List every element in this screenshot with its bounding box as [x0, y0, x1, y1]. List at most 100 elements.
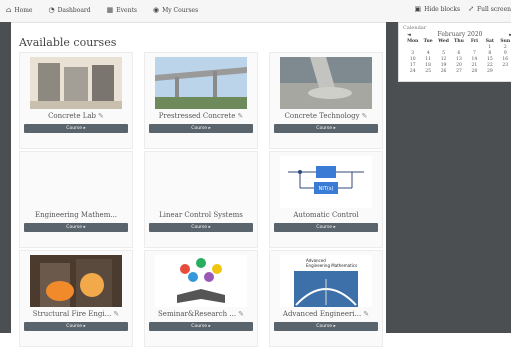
course-button[interactable]: Course ▸	[274, 223, 378, 232]
calendar-weekday: Sat	[485, 39, 494, 44]
nav-events-label: Events	[116, 6, 137, 14]
calendar-day[interactable]: 27	[451, 69, 466, 74]
calendar-day	[467, 45, 482, 50]
course-card-linear-control-systems[interactable]: Linear Control Systems Course ▸	[144, 151, 258, 248]
course-card-engineering-mathematics[interactable]: Engineering Mathem... Course ▸	[19, 151, 133, 248]
course-image	[155, 255, 247, 307]
calendar-day[interactable]: 16	[498, 57, 511, 62]
calendar-day[interactable]: 17	[405, 63, 420, 68]
prev-month-button[interactable]: ◄	[407, 32, 411, 38]
course-card-prestressed-concrete[interactable]: Prestressed Concrete ✎ Course ▸	[144, 52, 258, 149]
course-button[interactable]: Course ▸	[149, 124, 253, 133]
calendar-day[interactable]: 13	[451, 57, 466, 62]
calendar-weekday: Fri	[470, 39, 479, 44]
nav-links: ⌂ Home ◔ Dashboard ▦ Events ◉ My Courses	[6, 6, 198, 14]
course-button[interactable]: Course ▸	[24, 223, 128, 232]
calendar-weekday: Mon	[407, 39, 419, 44]
course-card-concrete-technology[interactable]: Concrete Technology ✎ Course ▸	[269, 52, 383, 149]
top-navbar: ⌂ Home ◔ Dashboard ▦ Events ◉ My Courses…	[0, 0, 511, 23]
calendar-day[interactable]: 10	[405, 57, 420, 62]
edit-icon[interactable]: ✎	[98, 112, 104, 120]
full-screen-button[interactable]: ⤢ Full screen	[468, 5, 511, 13]
course-name[interactable]: Engineering Mathem...	[35, 211, 117, 219]
calendar-day[interactable]: 19	[436, 63, 451, 68]
calendar-weekday: Wed	[438, 39, 449, 44]
course-image	[155, 156, 247, 208]
course-name[interactable]: Advanced Engineeri...	[283, 310, 361, 318]
course-image	[155, 57, 247, 109]
nav-my-courses[interactable]: ◉ My Courses	[153, 6, 198, 14]
calendar-day[interactable]: 20	[451, 63, 466, 68]
course-card-advanced-engineering[interactable]: Advanced Engineering Mathematics Advance…	[269, 250, 383, 347]
course-title[interactable]: Seminar&Research ... ✎	[149, 310, 253, 318]
calendar-day[interactable]: 29	[482, 69, 497, 74]
course-title[interactable]: Prestressed Concrete ✎	[149, 112, 253, 120]
hide-blocks-button[interactable]: ▣ Hide blocks	[415, 5, 461, 13]
course-button[interactable]: Course ▸	[149, 223, 253, 232]
edit-icon[interactable]: ✎	[238, 310, 244, 318]
calendar-day[interactable]: 8	[482, 51, 497, 56]
left-sidebar	[0, 22, 11, 333]
calendar-day[interactable]: 26	[436, 69, 451, 74]
calendar-day[interactable]: 28	[467, 69, 482, 74]
course-name[interactable]: Prestressed Concrete	[159, 112, 236, 120]
edit-icon[interactable]: ✎	[237, 112, 243, 120]
calendar-day[interactable]: 23	[498, 63, 511, 68]
course-image: NIT(s)	[280, 156, 372, 208]
calendar-day[interactable]: 22	[482, 63, 497, 68]
course-image	[30, 255, 122, 307]
calendar-day[interactable]: 24	[405, 69, 420, 74]
course-card-structural-fire-engineering[interactable]: Structural Fire Engi... ✎ Course ▸	[19, 250, 133, 347]
calendar-day[interactable]: 25	[420, 69, 435, 74]
course-name[interactable]: Automatic Control	[293, 211, 358, 219]
course-name[interactable]: Linear Control Systems	[159, 211, 243, 219]
course-card-automatic-control[interactable]: NIT(s) Automatic Control Course ▸	[269, 151, 383, 248]
course-name[interactable]: Concrete Technology	[285, 112, 360, 120]
calendar-weekday: Sun	[500, 39, 511, 44]
course-name[interactable]: Concrete Lab	[48, 112, 96, 120]
calendar-day	[405, 45, 420, 50]
course-card-seminar-research[interactable]: Seminar&Research ... ✎ Course ▸	[144, 250, 258, 347]
course-title[interactable]: Advanced Engineeri... ✎	[274, 310, 378, 318]
calendar-day[interactable]: 2	[498, 45, 511, 50]
course-card-concrete-lab[interactable]: Concrete Lab ✎ Course ▸	[19, 52, 133, 149]
nav-my-courses-label: My Courses	[162, 6, 199, 14]
calendar-icon: ▦	[106, 6, 114, 14]
course-title[interactable]: Automatic Control	[274, 211, 378, 219]
course-button[interactable]: Course ▸	[149, 322, 253, 331]
book-title-line2: Engineering Mathematics	[306, 263, 357, 268]
edit-icon[interactable]: ✎	[113, 310, 119, 318]
edit-icon[interactable]: ✎	[363, 310, 369, 318]
calendar-day[interactable]: 15	[482, 57, 497, 62]
calendar-day[interactable]: 18	[420, 63, 435, 68]
course-title[interactable]: Linear Control Systems	[149, 211, 253, 219]
edit-icon[interactable]: ✎	[362, 112, 368, 120]
full-screen-label: Full screen	[476, 5, 511, 13]
calendar-day[interactable]: 21	[467, 63, 482, 68]
calendar-nav: ◄ February 2020 ►	[407, 31, 511, 38]
course-button[interactable]: Course ▸	[24, 124, 128, 133]
calendar-day[interactable]: 12	[436, 57, 451, 62]
calendar-day[interactable]: 5	[436, 51, 451, 56]
calendar-day[interactable]: 7	[467, 51, 482, 56]
calendar-day[interactable]: 9	[498, 51, 511, 56]
course-title[interactable]: Structural Fire Engi... ✎	[24, 310, 128, 318]
calendar-day[interactable]: 3	[405, 51, 420, 56]
course-title[interactable]: Concrete Lab ✎	[24, 112, 128, 120]
calendar-day[interactable]: 1	[482, 45, 497, 50]
calendar-day[interactable]: 4	[420, 51, 435, 56]
blocks-icon: ▣	[414, 5, 422, 13]
calendar-day[interactable]: 14	[467, 57, 482, 62]
course-title[interactable]: Concrete Technology ✎	[274, 112, 378, 120]
course-button[interactable]: Course ▸	[274, 124, 378, 133]
course-name[interactable]: Seminar&Research ...	[158, 310, 236, 318]
calendar-day[interactable]: 6	[451, 51, 466, 56]
course-name[interactable]: Structural Fire Engi...	[33, 310, 112, 318]
calendar-day[interactable]: 11	[420, 57, 435, 62]
course-title[interactable]: Engineering Mathem...	[24, 211, 128, 219]
course-button[interactable]: Course ▸	[274, 322, 378, 331]
nav-events[interactable]: ▦ Events	[107, 6, 137, 14]
course-button[interactable]: Course ▸	[24, 322, 128, 331]
nav-dashboard[interactable]: ◔ Dashboard	[48, 6, 90, 14]
nav-home[interactable]: ⌂ Home	[6, 6, 32, 14]
